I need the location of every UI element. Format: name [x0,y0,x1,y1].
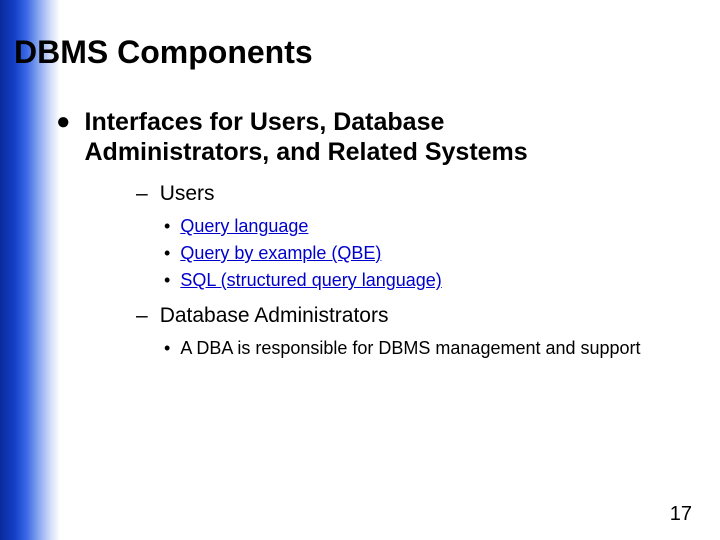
sub-heading: Users [160,181,215,207]
list-item: • SQL (structured query language) [164,269,700,291]
sub-list: – Users • Query language • Query by exam… [136,181,700,359]
bullet-dot-icon: • [164,269,170,291]
link-qbe[interactable]: Query by example (QBE) [180,242,381,264]
bullet-dot-icon: • [164,215,170,237]
sub-heading: Database Administrators [160,303,389,329]
main-bullet-text: Interfaces for Users, Database Administr… [85,107,625,167]
sub-item-users: – Users [136,181,700,207]
link-sql[interactable]: SQL (structured query language) [180,269,441,291]
list-item: • Query by example (QBE) [164,242,700,264]
users-items: • Query language • Query by example (QBE… [164,215,700,291]
dba-items: • A DBA is responsible for DBMS manageme… [164,337,700,359]
sub-item-dbas: – Database Administrators [136,303,700,329]
list-item: • A DBA is responsible for DBMS manageme… [164,337,700,359]
dash-icon: – [136,303,148,329]
main-bullet: ● Interfaces for Users, Database Adminis… [56,107,700,359]
slide-title: DBMS Components [14,34,700,71]
page-number: 17 [670,503,692,526]
slide-content: DBMS Components ● Interfaces for Users, … [14,34,700,359]
link-query-language[interactable]: Query language [180,215,308,237]
bullet-dot-icon: • [164,242,170,264]
dash-icon: – [136,181,148,207]
bullet-disc-icon: ● [56,107,71,137]
dba-description: A DBA is responsible for DBMS management… [180,337,640,359]
bullet-dot-icon: • [164,337,170,359]
list-item: • Query language [164,215,700,237]
